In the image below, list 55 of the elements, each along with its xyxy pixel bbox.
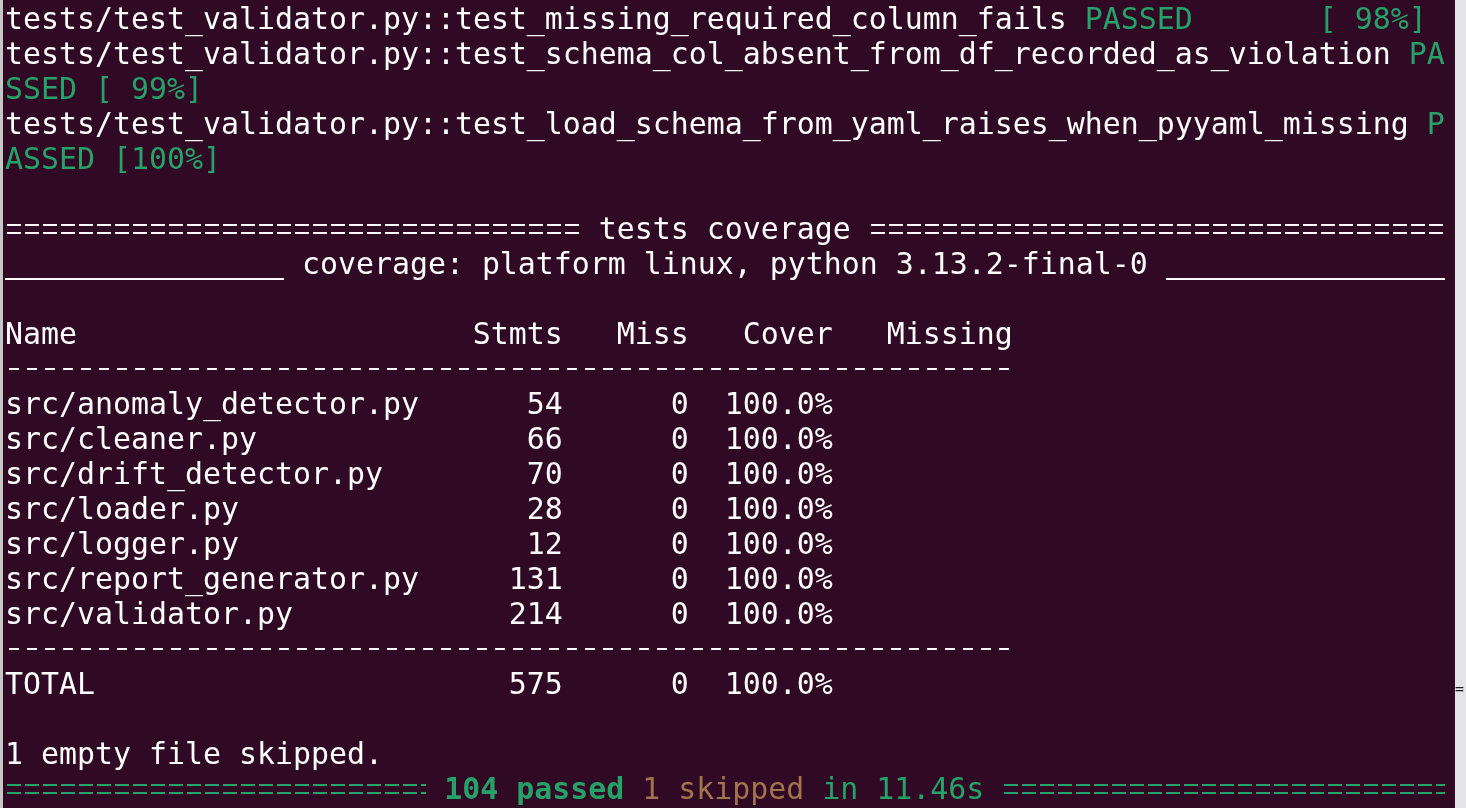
section-subtitle: coverage: platform linux, python 3.13.2-final-0 [301, 246, 1148, 281]
table-cell: 100.0% [724, 561, 833, 596]
table-cell: 70 [526, 456, 563, 491]
table-cell: 0 [670, 561, 689, 596]
table-cell: src/validator.py [5, 596, 293, 631]
note-text: 1 empty file skipped. [5, 736, 383, 771]
test-status: SSED [5, 71, 77, 106]
test-status: P [1426, 106, 1445, 141]
table-cell: src/logger.py [5, 526, 239, 561]
column-header: Missing [886, 316, 1013, 351]
table-cell: src/cleaner.py [5, 421, 257, 456]
table-cell: src/drift_detector.py [5, 456, 383, 491]
test-path: tests/test_validator.py::test_missing_required_column_fails [5, 1, 1067, 36]
table-cell: 100.0% [724, 386, 833, 421]
test-path: tests/test_validator.py::test_schema_col_absent_from_df_recorded_as_violation [5, 36, 1391, 71]
column-header: Stmts [472, 316, 563, 351]
total-cell: 575 [508, 666, 563, 701]
table-cell: 0 [670, 491, 689, 526]
table-cell: 54 [526, 386, 563, 421]
window-text: = [1455, 680, 1465, 698]
summary-text: in 11.46s [822, 771, 985, 806]
table-cell: 0 [670, 596, 689, 631]
total-cell: 100.0% [724, 666, 833, 701]
table-cell: 0 [670, 421, 689, 456]
table-cell: src/report_generator.py [5, 561, 419, 596]
test-progress: [100%] [112, 141, 221, 176]
table-cell: 131 [508, 561, 563, 596]
table-cell: src/loader.py [5, 491, 239, 526]
table-cell: 100.0% [724, 526, 833, 561]
table-cell: 0 [670, 526, 689, 561]
table-cell: 100.0% [724, 596, 833, 631]
table-cell: 66 [526, 421, 563, 456]
table-cell: 214 [508, 596, 563, 631]
column-header: Miss [616, 316, 689, 351]
test-progress: [ 98%] [1318, 1, 1427, 36]
table-cell: 100.0% [724, 491, 833, 526]
test-status: ASSED [5, 141, 95, 176]
test-status: PA [1408, 36, 1445, 71]
test-progress: [ 99%] [94, 71, 203, 106]
summary-text: 104 passed [444, 771, 625, 806]
test-path: tests/test_validator.py::test_load_schema_from_yaml_raises_when_pyyaml_missing [5, 106, 1409, 141]
column-header: Cover [742, 316, 833, 351]
table-cell: 100.0% [724, 456, 833, 491]
column-header: Name [5, 316, 77, 351]
table-cell: 12 [526, 526, 563, 561]
table-cell: src/anomaly_detector.py [5, 386, 419, 421]
table-cell: 0 [670, 386, 689, 421]
summary-text: 1 skipped [642, 771, 805, 806]
table-cell: 28 [526, 491, 563, 526]
total-cell: 0 [670, 666, 689, 701]
test-status: PASSED [1084, 1, 1193, 36]
table-cell: 0 [670, 456, 689, 491]
total-cell: TOTAL [5, 666, 95, 701]
section-title: tests coverage [598, 211, 851, 246]
table-cell: 100.0% [724, 421, 833, 456]
